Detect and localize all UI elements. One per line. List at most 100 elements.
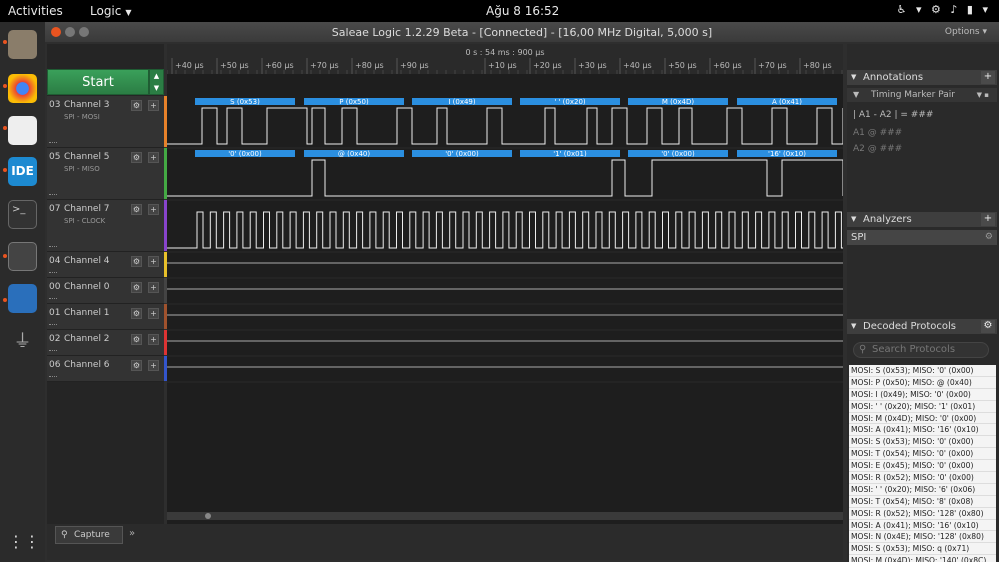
drag-handle-icon[interactable] [49,194,57,197]
timing-marker-selector[interactable]: ▼ Timing Marker Pair ▼ ▪ [847,88,997,102]
add-trigger-icon[interactable]: + [148,334,159,345]
channel-name[interactable]: Channel 6 [64,360,110,370]
decoded-protocol-item[interactable]: MOSI: R (0x52); MISO: '128' (0x80) [849,508,996,520]
marker-a1: A1 @ ### [853,128,903,138]
gear-icon[interactable]: ⚙ [985,230,993,245]
decoded-protocol-item[interactable]: MOSI: S (0x53); MISO: q (0x71) [849,543,996,556]
channel-row[interactable]: 05 Channel 5 SPI - MISO ⚙ + [47,148,164,200]
channel-row[interactable]: 01 Channel 1 ⚙ + [47,304,164,330]
start-options-button[interactable]: ▲ ▼ [149,69,164,95]
time-tick-label: +50 µs [668,61,697,70]
add-trigger-icon[interactable]: + [148,100,159,111]
decoded-protocol-item[interactable]: MOSI: R (0x52); MISO: '0' (0x00) [849,472,996,484]
analyzers-header[interactable]: ▼ Analyzers + [847,212,997,227]
start-button[interactable]: Start [47,69,149,95]
app-grid-icon[interactable]: ⋮⋮⋮ [8,527,56,556]
drag-handle-icon[interactable] [49,324,57,327]
decoded-protocol-item[interactable]: MOSI: M (0x4D); MISO: '140' (0x8C) [849,555,996,562]
decoded-protocol-item[interactable]: MOSI: I (0x49); MISO: '0' (0x00) [849,389,996,401]
system-tray[interactable]: ♿ ▾ ⚙ ♪ ▮ ▾ [897,3,991,16]
horizontal-scrollbar[interactable] [167,512,843,520]
channel-name[interactable]: Channel 4 [64,256,110,266]
add-trigger-icon[interactable]: + [148,204,159,215]
drag-handle-icon[interactable] [49,376,57,379]
channel-name[interactable]: Channel 0 [64,282,110,292]
add-trigger-icon[interactable]: + [148,152,159,163]
decoded-protocol-item[interactable]: MOSI: M (0x4D); MISO: '0' (0x00) [849,413,996,425]
channel-name[interactable]: Channel 5 [64,152,110,162]
options-menu[interactable]: Options ▾ [945,27,987,37]
drag-handle-icon[interactable] [49,350,57,353]
files-icon[interactable] [8,30,37,59]
document-viewer-icon[interactable] [8,116,37,145]
decoded-protocol-item[interactable]: MOSI: ' ' (0x20); MISO: '1' (0x01) [849,401,996,413]
drag-handle-icon[interactable] [49,298,57,301]
ide-icon[interactable]: IDE [8,157,37,186]
time-tick-label: +30 µs [578,61,607,70]
search-protocols-input[interactable]: ⚲ Search Protocols [853,342,989,358]
analyzer-name: SPI [851,232,867,243]
chrome-icon[interactable] [8,74,37,103]
channel-row[interactable]: 03 Channel 3 SPI - MOSI ⚙ + [47,96,164,148]
gear-icon[interactable]: ⚙ [131,360,142,371]
waveform-area[interactable]: 0 s : 54 ms : 900 µs +40 µs +50 µs +60 µs +7… [167,44,843,534]
add-trigger-icon[interactable]: + [148,256,159,267]
decoded-protocol-item[interactable]: MOSI: E (0x45); MISO: '0' (0x00) [849,460,996,473]
writer-icon[interactable] [8,284,37,313]
drag-handle-icon[interactable] [49,142,57,145]
channel-name[interactable]: Channel 7 [64,204,110,214]
logic-window: Saleae Logic 1.2.29 Beta - [Connected] -… [45,22,999,562]
gear-icon[interactable]: ⚙ [981,320,995,333]
decoded-protocol-item[interactable]: MOSI: A (0x41); MISO: '16' (0x10) [849,520,996,532]
logic-analyzer-icon[interactable] [8,242,37,271]
channel-row[interactable]: 06 Channel 6 ⚙ + [47,356,164,382]
decoded-protocol-item[interactable]: MOSI: P (0x50); MISO: @ (0x40) [849,377,996,389]
gear-icon[interactable]: ⚙ [131,256,142,267]
decoded-protocol-item[interactable]: MOSI: ' ' (0x20); MISO: '6' (0x06) [849,484,996,496]
decoded-protocol-item[interactable]: MOSI: A (0x41); MISO: '16' (0x10) [849,424,996,437]
add-analyzer-button[interactable]: + [981,213,995,226]
gear-icon[interactable]: ⚙ [131,100,142,111]
add-trigger-icon[interactable]: + [148,360,159,371]
decoded-protocol-item[interactable]: MOSI: T (0x54); MISO: '8' (0x08) [849,496,996,508]
channel-row[interactable]: 04 Channel 4 ⚙ + [47,252,164,278]
add-annotation-button[interactable]: + [981,71,995,84]
decoded-protocol-item[interactable]: MOSI: S (0x53); MISO: '0' (0x00) [849,365,996,377]
search-icon: ⚲ [61,530,68,540]
annotations-header[interactable]: ▼ Annotations + [847,70,997,85]
terminal-icon[interactable]: >_ [8,200,37,229]
analyzer-spi[interactable]: SPI ⚙ [847,230,997,245]
capture-tab[interactable]: ⚲ Capture [55,526,123,544]
channel-row[interactable]: 00 Channel 0 ⚙ + [47,278,164,304]
decoded-protocol-item[interactable]: MOSI: N (0x4E); MISO: '128' (0x80) [849,531,996,544]
add-trigger-icon[interactable]: + [148,308,159,319]
channel-name[interactable]: Channel 3 [64,100,110,110]
channel-analyzer-label: SPI - CLOCK [64,217,106,225]
gear-icon[interactable]: ⚙ [131,204,142,215]
channel-number: 07 [49,204,61,214]
capture-tab-label: Capture [74,530,110,540]
activities-button[interactable]: Activities [8,4,63,18]
gear-icon[interactable]: ⚙ [131,282,142,293]
add-trigger-icon[interactable]: + [148,282,159,293]
channel-row[interactable]: 07 Channel 7 SPI - CLOCK ⚙ + [47,200,164,252]
gear-icon[interactable]: ⚙ [131,334,142,345]
gear-icon[interactable]: ⚙ [131,152,142,163]
channel-name[interactable]: Channel 2 [64,334,110,344]
app-menu[interactable]: Logic ▼ [90,4,132,18]
mosi-decode-label: S (0x53) [230,98,260,106]
clock[interactable]: Ağu 8 16:52 [486,4,559,18]
usb-drive-icon[interactable]: ⏚ [8,327,37,356]
time-tick-label: +40 µs [623,61,652,70]
decoded-protocol-list[interactable]: MOSI: S (0x53); MISO: '0' (0x00) MOSI: P … [849,365,996,562]
drag-handle-icon[interactable] [49,246,57,249]
scrollbar-thumb[interactable] [205,513,211,519]
decoded-protocols-header[interactable]: ▼ Decoded Protocols ⚙ [847,319,997,334]
chevron-right-icon[interactable]: » [129,528,135,539]
channel-row[interactable]: 02 Channel 2 ⚙ + [47,330,164,356]
gear-icon[interactable]: ⚙ [131,308,142,319]
channel-name[interactable]: Channel 1 [64,308,110,318]
decoded-protocol-item[interactable]: MOSI: S (0x53); MISO: '0' (0x00) [849,436,996,449]
drag-handle-icon[interactable] [49,272,57,275]
decoded-protocol-item[interactable]: MOSI: T (0x54); MISO: '0' (0x00) [849,448,996,461]
